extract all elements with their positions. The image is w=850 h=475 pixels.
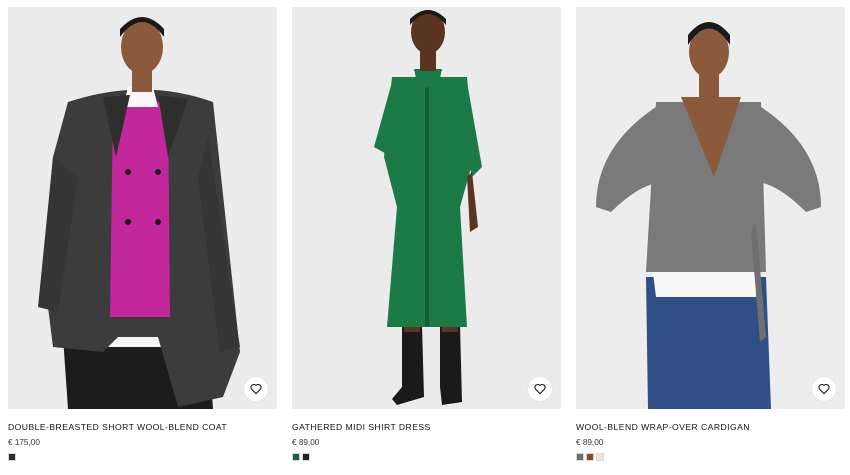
product-price: € 89,00 [576,438,604,447]
color-swatch[interactable] [302,453,310,461]
wishlist-button[interactable] [528,377,552,401]
product-card[interactable]: WOOL-BLEND WRAP-OVER CARDIGAN € 89,00 [576,7,845,461]
model-wearing-grey-cardigan-icon [576,7,845,409]
product-card[interactable]: GATHERED MIDI SHIRT DRESS € 89,00 [292,7,561,461]
product-price: € 89,00 [292,438,320,447]
model-wearing-charcoal-coat-icon [8,7,277,409]
heart-icon [534,383,546,395]
product-price: € 175,00 [8,438,40,447]
color-swatch[interactable] [586,453,594,461]
heart-icon [250,383,262,395]
color-swatches [292,453,561,461]
wishlist-button[interactable] [812,377,836,401]
product-image[interactable] [8,7,277,409]
color-swatch[interactable] [292,453,300,461]
product-name[interactable]: WOOL-BLEND WRAP-OVER CARDIGAN [576,422,845,433]
color-swatch[interactable] [8,453,16,461]
product-name[interactable]: GATHERED MIDI SHIRT DRESS [292,422,561,433]
product-name[interactable]: DOUBLE-BREASTED SHORT WOOL-BLEND COAT [8,422,277,433]
product-image[interactable] [576,7,845,409]
product-image[interactable] [292,7,561,409]
color-swatch[interactable] [596,453,604,461]
product-card[interactable]: DOUBLE-BREASTED SHORT WOOL-BLEND COAT € … [8,7,277,461]
color-swatch[interactable] [576,453,584,461]
heart-icon [818,383,830,395]
model-wearing-green-dress-icon [292,7,561,409]
product-grid: DOUBLE-BREASTED SHORT WOOL-BLEND COAT € … [8,7,845,461]
wishlist-button[interactable] [244,377,268,401]
color-swatches [576,453,845,461]
color-swatches [8,453,277,461]
